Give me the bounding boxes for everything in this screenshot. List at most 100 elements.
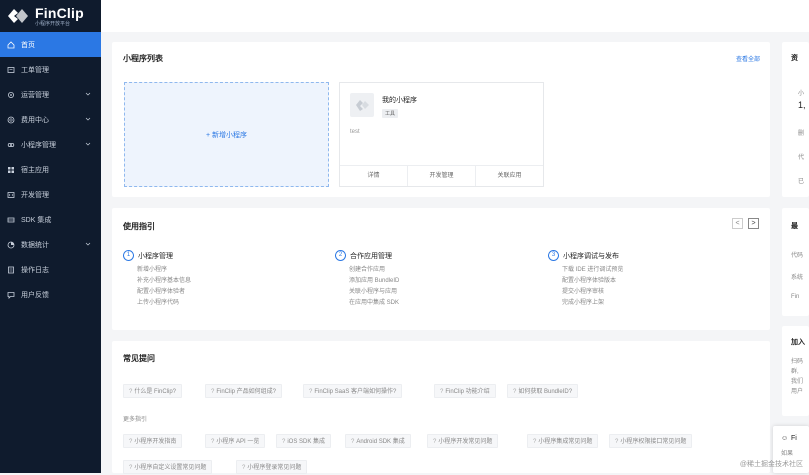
faq-chip[interactable]: ? FinClip 产品如何组成?	[205, 384, 283, 398]
miniapp-thumbnail	[350, 93, 374, 117]
guide-step-link[interactable]: 配置小程序体验版本	[562, 276, 738, 287]
guide-step-link[interactable]: 上传小程序代码	[137, 298, 313, 309]
question-icon: ?	[242, 465, 246, 471]
guide-next-button[interactable]: >	[748, 218, 759, 229]
resource-panel-title: 资	[791, 55, 798, 62]
step-number: 2	[335, 250, 346, 261]
faq-chip[interactable]: ? 如何获取 BundleID?	[507, 384, 579, 398]
sidebar-item-label: 费用中心	[21, 116, 49, 124]
sidebar-item-label: 宿主应用	[21, 166, 49, 174]
sidebar-item-label: 数据统计	[21, 241, 49, 249]
floating-card-text: 如果	[781, 451, 794, 457]
question-icon: ?	[533, 439, 537, 445]
view-all-link[interactable]: 查看全部	[736, 54, 760, 63]
sidebar-item[interactable]: 工单管理	[0, 57, 101, 82]
sidebar-item[interactable]: 费用中心	[0, 107, 101, 132]
resource-line: 删	[798, 131, 805, 137]
faq-chip-label: 小程序登录常见问题	[247, 465, 302, 471]
faq-chip[interactable]: ? 小程序权限接口常见问题	[609, 434, 693, 448]
sidebar-item-label: 运营管理	[21, 91, 49, 99]
guide-step-link[interactable]: 下载 IDE 进行调试预览	[562, 265, 738, 276]
sidebar-item[interactable]: 运营管理	[0, 82, 101, 107]
chevron-down-icon	[85, 242, 91, 246]
faq-card: 常见提问 ? 什么是 FinClip?? FinClip 产品如何组成?? FinCl…	[112, 341, 770, 474]
faq-chip[interactable]: ? FinClip 功能介绍	[434, 384, 496, 398]
chart-icon	[7, 241, 15, 248]
guide-step-title: 小程序调试与发布	[563, 252, 619, 260]
guide-step-link[interactable]: 提交小程序审核	[562, 287, 738, 298]
guide-step-link[interactable]: 补充小程序基本信息	[137, 276, 313, 287]
grid-icon	[8, 166, 14, 173]
faq-chip[interactable]: ? 小程序自定义设置常见问题	[123, 460, 213, 474]
sidebar-item[interactable]: 操作日志	[0, 257, 101, 282]
question-icon: ?	[129, 465, 133, 471]
sidebar-item[interactable]: 用户反馈	[0, 282, 101, 307]
latest-line: 系统	[791, 275, 804, 281]
resource-panel: 资 小 1, 删 代 已	[782, 42, 809, 197]
faq-chip-label: iOS SDK 集成	[287, 439, 326, 445]
resource-value: 1,	[798, 100, 806, 110]
chevron-down-icon	[85, 142, 91, 146]
faq-chip[interactable]: ? 小程序集成常见问题	[527, 434, 599, 448]
guide-step-link[interactable]: 在应用中集成 SDK	[349, 298, 525, 309]
guide-column: 3 小程序调试与发布下载 IDE 进行调试预览 配置小程序体验版本 提交小程序审核 完成…	[548, 250, 738, 309]
join-panel-title: 加入	[791, 339, 805, 346]
sidebar-menu: 首页工单管理运营管理费用中心小程序管理宿主应用开发管理 SDK 集成数据统计操作日…	[0, 32, 101, 307]
question-icon: ?	[615, 439, 619, 445]
watermark: @稀土掘金技术社区	[739, 461, 803, 468]
chevron-down-icon	[85, 92, 91, 96]
faq-chip[interactable]: ? 小程序登录常见问题	[236, 460, 308, 474]
latest-line: 代码	[791, 253, 804, 259]
sidebar-item-label: 小程序管理	[21, 141, 56, 149]
question-icon: ?	[129, 389, 133, 395]
sidebar-item[interactable]: 小程序管理	[0, 132, 101, 157]
guide-step-link[interactable]: 创建合作应用	[349, 265, 525, 276]
guide-step-link[interactable]: 关联小程序与应用	[349, 287, 525, 298]
guide-prev-button[interactable]: <	[732, 218, 743, 229]
latest-panel: 最 代码 系统 Fin	[782, 208, 809, 316]
sdk-icon	[7, 217, 15, 222]
faq-chip[interactable]: ? 小程序开发指南	[123, 434, 183, 448]
home-icon	[7, 40, 15, 48]
sidebar: FinClip 小程序开放平台 首页工单管理运营管理费用中心小程序管理宿主应用开…	[0, 0, 101, 473]
chevron-down-icon	[85, 117, 91, 121]
resource-line: 已	[798, 179, 805, 185]
sidebar-item[interactable]: SDK 集成	[0, 207, 101, 232]
miniapp-name: 我的小程序	[382, 97, 417, 104]
faq-chip[interactable]: ? 小程序开发常见问题	[427, 434, 499, 448]
miniapp-detail-button[interactable]: 详情	[340, 166, 408, 186]
question-icon: ?	[440, 389, 444, 395]
question-icon: ?	[211, 439, 215, 445]
guide-step-link[interactable]: 添加应用 BundleID	[349, 276, 525, 287]
faq-chip[interactable]: ? 什么是 FinClip?	[123, 384, 183, 398]
sidebar-item[interactable]: 开发管理	[0, 182, 101, 207]
miniapp-icon	[7, 142, 15, 147]
guide-step-title: 小程序管理	[138, 252, 173, 260]
sidebar-item[interactable]: 数据统计	[0, 232, 101, 257]
guide-step-link[interactable]: 完成小程序上架	[562, 298, 738, 309]
add-miniapp-button[interactable]: + 新增小程序	[124, 82, 329, 187]
faq-chip-label: 小程序开发常见问题	[438, 439, 493, 445]
guide-step-heading: 3 小程序调试与发布	[548, 250, 738, 261]
miniapp-link-app-button[interactable]: 关联应用	[476, 166, 543, 186]
miniapp-card[interactable]: 我的小程序 工具 test 详情 开发管理 关联应用	[339, 82, 544, 187]
sidebar-item[interactable]: 首页	[0, 32, 101, 57]
more-guides-label: 更多指引	[123, 417, 148, 423]
code-icon	[7, 191, 15, 198]
guide-column: 2 合作应用管理 创建合作应用 添加应用 BundleID 关联小程序与应用 在应用中集成…	[335, 250, 525, 309]
miniapp-actions: 详情 开发管理 关联应用	[340, 165, 543, 186]
sidebar-item[interactable]: 宿主应用	[0, 157, 101, 182]
sidebar-item-label: 工单管理	[21, 66, 49, 74]
usage-guide-card: 使用指引 < > 1 小程序管理 新增小程序 补充小程序基本信息 配置小程序体验者 上传小…	[112, 208, 770, 330]
faq-chip[interactable]: ? FinClip SaaS 客户端如何操作?	[303, 384, 403, 398]
faq-chip[interactable]: ? Android SDK 集成	[345, 434, 411, 448]
logo[interactable]: FinClip 小程序开放平台	[0, 0, 101, 32]
sidebar-item-label: 操作日志	[21, 266, 49, 274]
miniapp-dev-manage-button[interactable]: 开发管理	[408, 166, 476, 186]
usage-guide-title: 使用指引	[123, 222, 155, 231]
faq-chip[interactable]: ? 小程序 API 一览	[205, 434, 266, 448]
guide-step-link[interactable]: 新增小程序	[137, 265, 313, 276]
guide-step-link[interactable]: 配置小程序体验者	[137, 287, 313, 298]
smile-icon: ☺	[781, 435, 789, 442]
faq-chip[interactable]: ? iOS SDK 集成	[276, 434, 332, 448]
